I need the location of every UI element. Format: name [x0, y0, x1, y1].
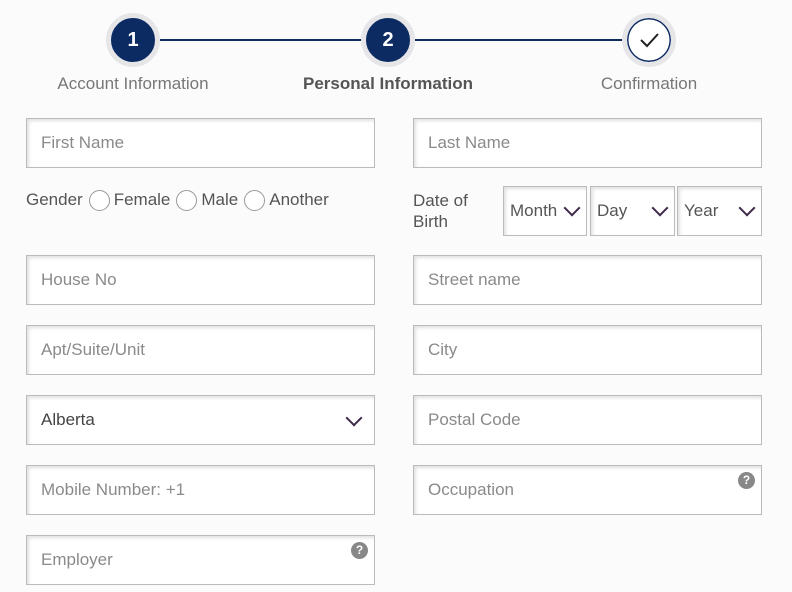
male-label[interactable]: Male	[201, 190, 238, 209]
step-3-circle	[622, 13, 676, 67]
province-value: Alberta	[41, 410, 95, 429]
step-3-label: Confirmation	[600, 74, 698, 93]
day-select[interactable]: Day	[590, 186, 675, 236]
gender-label: Gender	[26, 190, 83, 209]
stepper-connector	[415, 39, 625, 41]
female-label[interactable]: Female	[114, 190, 171, 209]
city-input[interactable]: City	[413, 325, 762, 375]
step-2-label: Personal Information	[302, 74, 474, 93]
chevron-down-icon	[345, 409, 363, 427]
step-1-label: Account Information	[57, 74, 209, 93]
step-2-circle: 2	[361, 13, 415, 67]
radio-male[interactable]	[176, 190, 198, 212]
help-icon[interactable]: ?	[351, 542, 368, 559]
another-label[interactable]: Another	[269, 190, 329, 209]
help-icon[interactable]: ?	[738, 472, 755, 489]
month-value: Month	[510, 201, 558, 220]
occupation-placeholder: Occupation	[428, 480, 514, 499]
street-name-input[interactable]: Street name	[413, 255, 762, 305]
chevron-down-icon	[651, 199, 669, 217]
month-select[interactable]: Month	[503, 186, 587, 236]
year-value: Year	[684, 201, 719, 220]
year-select[interactable]: Year	[677, 186, 762, 236]
last-name-input[interactable]: Last Name	[413, 118, 762, 168]
stepper-connector	[160, 39, 365, 41]
check-icon	[640, 33, 659, 48]
gender-group: Gender Female Male Another	[26, 190, 329, 212]
apt-input[interactable]: Apt/Suite/Unit	[26, 325, 375, 375]
mobile-number-input[interactable]: Mobile Number: +1	[26, 465, 375, 515]
first-name-input[interactable]: First Name	[26, 118, 375, 168]
radio-another[interactable]	[244, 190, 266, 212]
employer-placeholder: Employer	[41, 550, 113, 569]
postal-code-input[interactable]: Postal Code	[413, 395, 762, 445]
dob-label: Date of Birth	[413, 191, 468, 231]
chevron-down-icon	[738, 199, 756, 217]
day-value: Day	[597, 201, 628, 220]
province-select[interactable]: Alberta	[26, 395, 375, 445]
chevron-down-icon	[563, 199, 581, 217]
radio-female[interactable]	[88, 190, 110, 212]
house-no-input[interactable]: House No	[26, 255, 375, 305]
step-1-circle: 1	[106, 13, 160, 67]
occupation-input[interactable]: Occupation?	[413, 465, 762, 515]
employer-input[interactable]: Employer?	[26, 535, 375, 585]
